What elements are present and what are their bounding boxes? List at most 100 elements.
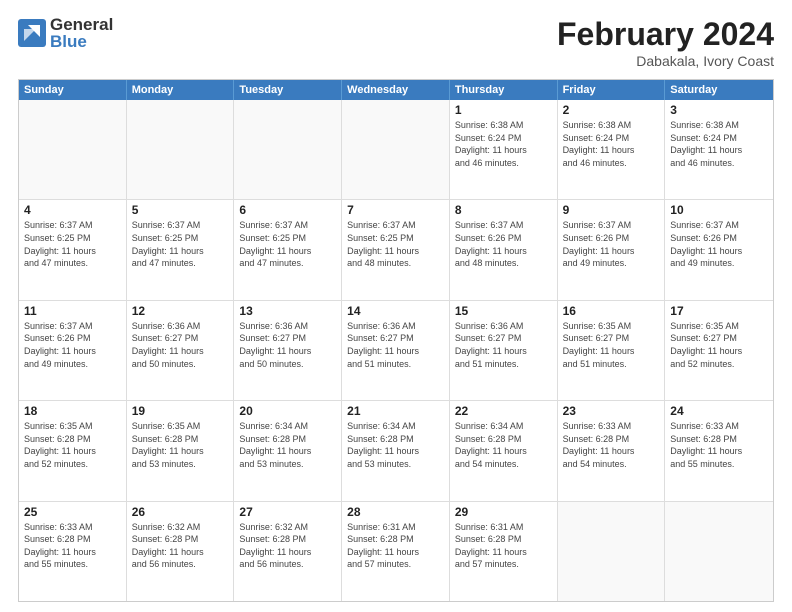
calendar-header-day: Saturday [665,80,773,100]
calendar-cell [665,502,773,601]
day-info: Sunrise: 6:36 AMSunset: 6:27 PMDaylight:… [455,320,552,370]
calendar-body: 1 Sunrise: 6:38 AMSunset: 6:24 PMDaylight… [19,100,773,601]
day-info: Sunrise: 6:31 AMSunset: 6:28 PMDaylight:… [347,521,444,571]
day-info: Sunrise: 6:34 AMSunset: 6:28 PMDaylight:… [455,420,552,470]
day-number: 27 [239,505,336,519]
calendar-cell: 2 Sunrise: 6:38 AMSunset: 6:24 PMDaylight… [558,100,666,199]
calendar-cell [234,100,342,199]
day-number: 26 [132,505,229,519]
calendar-cell: 29 Sunrise: 6:31 AMSunset: 6:28 PMDayligh… [450,502,558,601]
day-number: 11 [24,304,121,318]
calendar-cell: 15Sunrise: 6:36 AMSunset: 6:27 PMDayligh… [450,301,558,400]
calendar-cell: 5Sunrise: 6:37 AMSunset: 6:25 PMDaylight… [127,200,235,299]
day-number: 9 [563,203,660,217]
header: General Blue February 2024 Dabakala, Ivo… [18,16,774,69]
calendar-cell: 28 Sunrise: 6:31 AMSunset: 6:28 PMDayligh… [342,502,450,601]
day-number: 25 [24,505,121,519]
day-info: Sunrise: 6:37 AMSunset: 6:26 PMDaylight:… [24,320,121,370]
calendar-header-day: Sunday [19,80,127,100]
day-number: 28 [347,505,444,519]
calendar-cell: 11 Sunrise: 6:37 AMSunset: 6:26 PMDayligh… [19,301,127,400]
day-info: Sunrise: 6:35 AMSunset: 6:28 PMDaylight:… [24,420,121,470]
day-info: Sunrise: 6:37 AMSunset: 6:25 PMDaylight:… [24,219,121,269]
day-info: Sunrise: 6:37 AMSunset: 6:26 PMDaylight:… [455,219,552,269]
logo-text: General Blue [50,16,113,50]
day-info: Sunrise: 6:33 AMSunset: 6:28 PMDaylight:… [670,420,768,470]
title-area: February 2024 Dabakala, Ivory Coast [557,16,774,69]
day-info: Sunrise: 6:33 AMSunset: 6:28 PMDaylight:… [563,420,660,470]
calendar-cell: 6 Sunrise: 6:37 AMSunset: 6:25 PMDaylight… [234,200,342,299]
calendar-cell: 25 Sunrise: 6:33 AMSunset: 6:28 PMDayligh… [19,502,127,601]
calendar-cell: 4Sunrise: 6:37 AMSunset: 6:25 PMDaylight… [19,200,127,299]
day-info: Sunrise: 6:37 AMSunset: 6:25 PMDaylight:… [347,219,444,269]
day-info: Sunrise: 6:34 AMSunset: 6:28 PMDaylight:… [347,420,444,470]
day-info: Sunrise: 6:35 AMSunset: 6:27 PMDaylight:… [670,320,768,370]
calendar-cell: 3Sunrise: 6:38 AMSunset: 6:24 PMDaylight… [665,100,773,199]
logo: General Blue [18,16,113,50]
calendar-header-day: Wednesday [342,80,450,100]
logo-icon [18,19,46,47]
calendar-cell: 10Sunrise: 6:37 AMSunset: 6:26 PMDayligh… [665,200,773,299]
day-number: 17 [670,304,768,318]
day-info: Sunrise: 6:37 AMSunset: 6:26 PMDaylight:… [563,219,660,269]
calendar-cell: 16Sunrise: 6:35 AMSunset: 6:27 PMDayligh… [558,301,666,400]
day-info: Sunrise: 6:38 AMSunset: 6:24 PMDaylight:… [670,119,768,169]
calendar-row: 11 Sunrise: 6:37 AMSunset: 6:26 PMDayligh… [19,300,773,400]
calendar-cell: 21 Sunrise: 6:34 AMSunset: 6:28 PMDayligh… [342,401,450,500]
day-info: Sunrise: 6:36 AMSunset: 6:27 PMDaylight:… [347,320,444,370]
day-number: 16 [563,304,660,318]
logo-general: General [50,16,113,33]
day-number: 2 [563,103,660,117]
day-number: 24 [670,404,768,418]
calendar-cell: 8 Sunrise: 6:37 AMSunset: 6:26 PMDaylight… [450,200,558,299]
day-info: Sunrise: 6:33 AMSunset: 6:28 PMDaylight:… [24,521,121,571]
calendar-cell: 26 Sunrise: 6:32 AMSunset: 6:28 PMDayligh… [127,502,235,601]
calendar-header-day: Tuesday [234,80,342,100]
calendar-cell: 9 Sunrise: 6:37 AMSunset: 6:26 PMDaylight… [558,200,666,299]
calendar-cell: 27Sunrise: 6:32 AMSunset: 6:28 PMDayligh… [234,502,342,601]
calendar-row: 25 Sunrise: 6:33 AMSunset: 6:28 PMDayligh… [19,501,773,601]
day-info: Sunrise: 6:32 AMSunset: 6:28 PMDaylight:… [132,521,229,571]
calendar-cell: 19Sunrise: 6:35 AMSunset: 6:28 PMDayligh… [127,401,235,500]
day-info: Sunrise: 6:36 AMSunset: 6:27 PMDaylight:… [239,320,336,370]
day-info: Sunrise: 6:37 AMSunset: 6:25 PMDaylight:… [239,219,336,269]
logo-blue: Blue [50,33,113,50]
day-number: 1 [455,103,552,117]
calendar-cell: 18Sunrise: 6:35 AMSunset: 6:28 PMDayligh… [19,401,127,500]
day-number: 6 [239,203,336,217]
calendar-header-day: Friday [558,80,666,100]
calendar-cell: 7 Sunrise: 6:37 AMSunset: 6:25 PMDaylight… [342,200,450,299]
day-number: 10 [670,203,768,217]
day-number: 21 [347,404,444,418]
day-info: Sunrise: 6:37 AMSunset: 6:25 PMDaylight:… [132,219,229,269]
calendar-row: 1 Sunrise: 6:38 AMSunset: 6:24 PMDaylight… [19,100,773,199]
day-number: 7 [347,203,444,217]
calendar-cell: 20 Sunrise: 6:34 AMSunset: 6:28 PMDayligh… [234,401,342,500]
calendar-cell: 22Sunrise: 6:34 AMSunset: 6:28 PMDayligh… [450,401,558,500]
calendar-header-day: Thursday [450,80,558,100]
calendar-cell [342,100,450,199]
day-number: 13 [239,304,336,318]
day-number: 14 [347,304,444,318]
calendar-cell: 17 Sunrise: 6:35 AMSunset: 6:27 PMDayligh… [665,301,773,400]
day-number: 8 [455,203,552,217]
day-number: 23 [563,404,660,418]
calendar-cell [558,502,666,601]
day-info: Sunrise: 6:34 AMSunset: 6:28 PMDaylight:… [239,420,336,470]
day-number: 20 [239,404,336,418]
calendar-row: 4Sunrise: 6:37 AMSunset: 6:25 PMDaylight… [19,199,773,299]
calendar-cell: 24 Sunrise: 6:33 AMSunset: 6:28 PMDayligh… [665,401,773,500]
day-number: 19 [132,404,229,418]
day-number: 29 [455,505,552,519]
day-number: 12 [132,304,229,318]
day-info: Sunrise: 6:31 AMSunset: 6:28 PMDaylight:… [455,521,552,571]
calendar-cell: 12 Sunrise: 6:36 AMSunset: 6:27 PMDayligh… [127,301,235,400]
day-info: Sunrise: 6:38 AMSunset: 6:24 PMDaylight:… [563,119,660,169]
calendar-cell [127,100,235,199]
calendar-cell: 14 Sunrise: 6:36 AMSunset: 6:27 PMDayligh… [342,301,450,400]
day-info: Sunrise: 6:38 AMSunset: 6:24 PMDaylight:… [455,119,552,169]
page: General Blue February 2024 Dabakala, Ivo… [0,0,792,612]
calendar-cell: 13 Sunrise: 6:36 AMSunset: 6:27 PMDayligh… [234,301,342,400]
month-title: February 2024 [557,16,774,53]
day-info: Sunrise: 6:36 AMSunset: 6:27 PMDaylight:… [132,320,229,370]
